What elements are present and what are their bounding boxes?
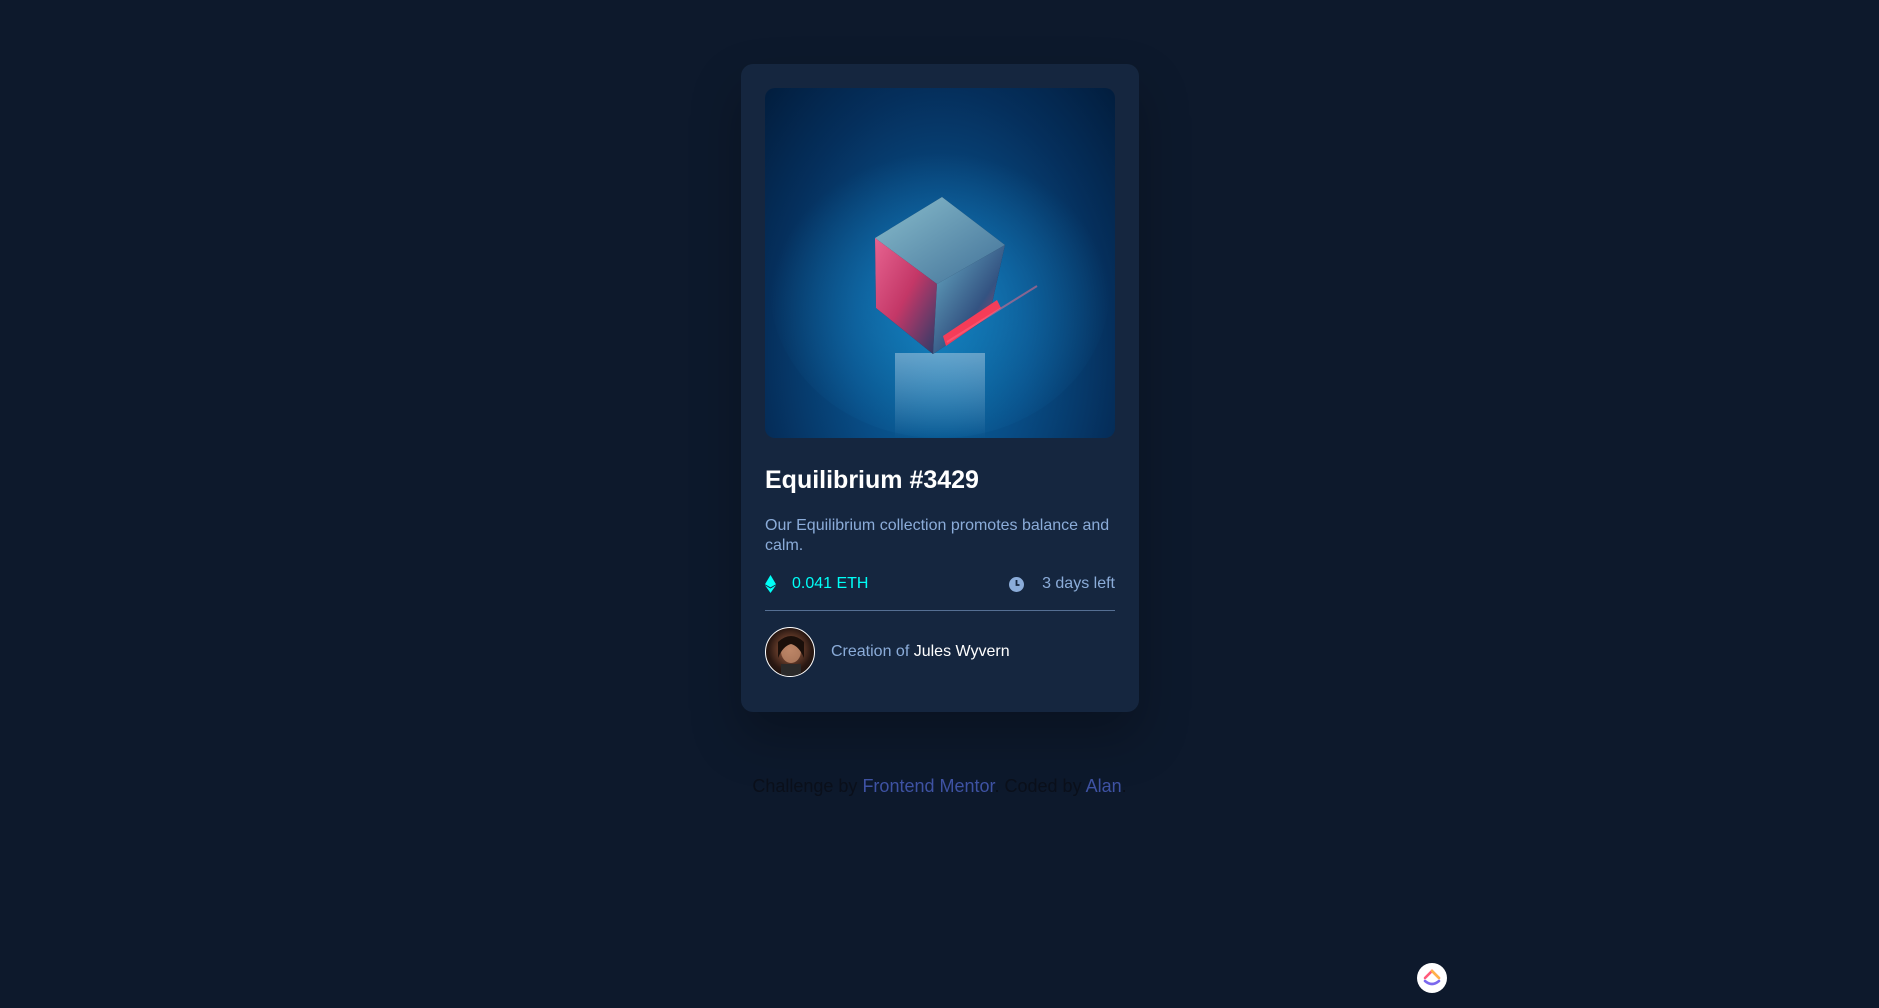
attribution: Challenge by Frontend Mentor. Coded by A… <box>0 776 1879 797</box>
time-left-value: 3 days left <box>1042 575 1115 592</box>
page: Equilibrium #3429 Our Equilibrium collec… <box>0 0 1879 1008</box>
clock-icon <box>1008 576 1025 593</box>
cube-illustration <box>770 138 1110 438</box>
time-left: 3 days left <box>1008 575 1115 593</box>
creator-text: Creation of Jules Wyvern <box>831 643 1010 661</box>
avatar <box>765 627 815 677</box>
attribution-separator: . Coded by <box>994 776 1086 796</box>
nft-card: Equilibrium #3429 Our Equilibrium collec… <box>741 64 1139 712</box>
nft-title[interactable]: Equilibrium #3429 <box>765 464 1115 496</box>
author-link[interactable]: Alan <box>1086 776 1122 796</box>
nft-meta: 0.041 ETH 3 days left <box>765 572 1115 596</box>
attribution-prefix: Challenge by <box>752 776 863 796</box>
price-value: 0.041 ETH <box>792 575 869 592</box>
clickup-icon <box>1422 966 1442 991</box>
attribution-suffix: . <box>1121 776 1127 796</box>
creator-name[interactable]: Jules Wyvern <box>914 643 1010 660</box>
divider <box>765 610 1115 611</box>
creator: Creation of Jules Wyvern <box>765 627 1115 677</box>
price: 0.041 ETH <box>765 575 868 593</box>
creator-prefix: Creation of <box>831 643 914 660</box>
ethereum-icon <box>765 575 776 593</box>
nft-image[interactable] <box>765 88 1115 438</box>
nft-description: Our Equilibrium collection promotes bala… <box>765 517 1110 554</box>
frontend-mentor-link[interactable]: Frontend Mentor <box>862 776 994 796</box>
clickup-button[interactable] <box>1417 963 1447 993</box>
